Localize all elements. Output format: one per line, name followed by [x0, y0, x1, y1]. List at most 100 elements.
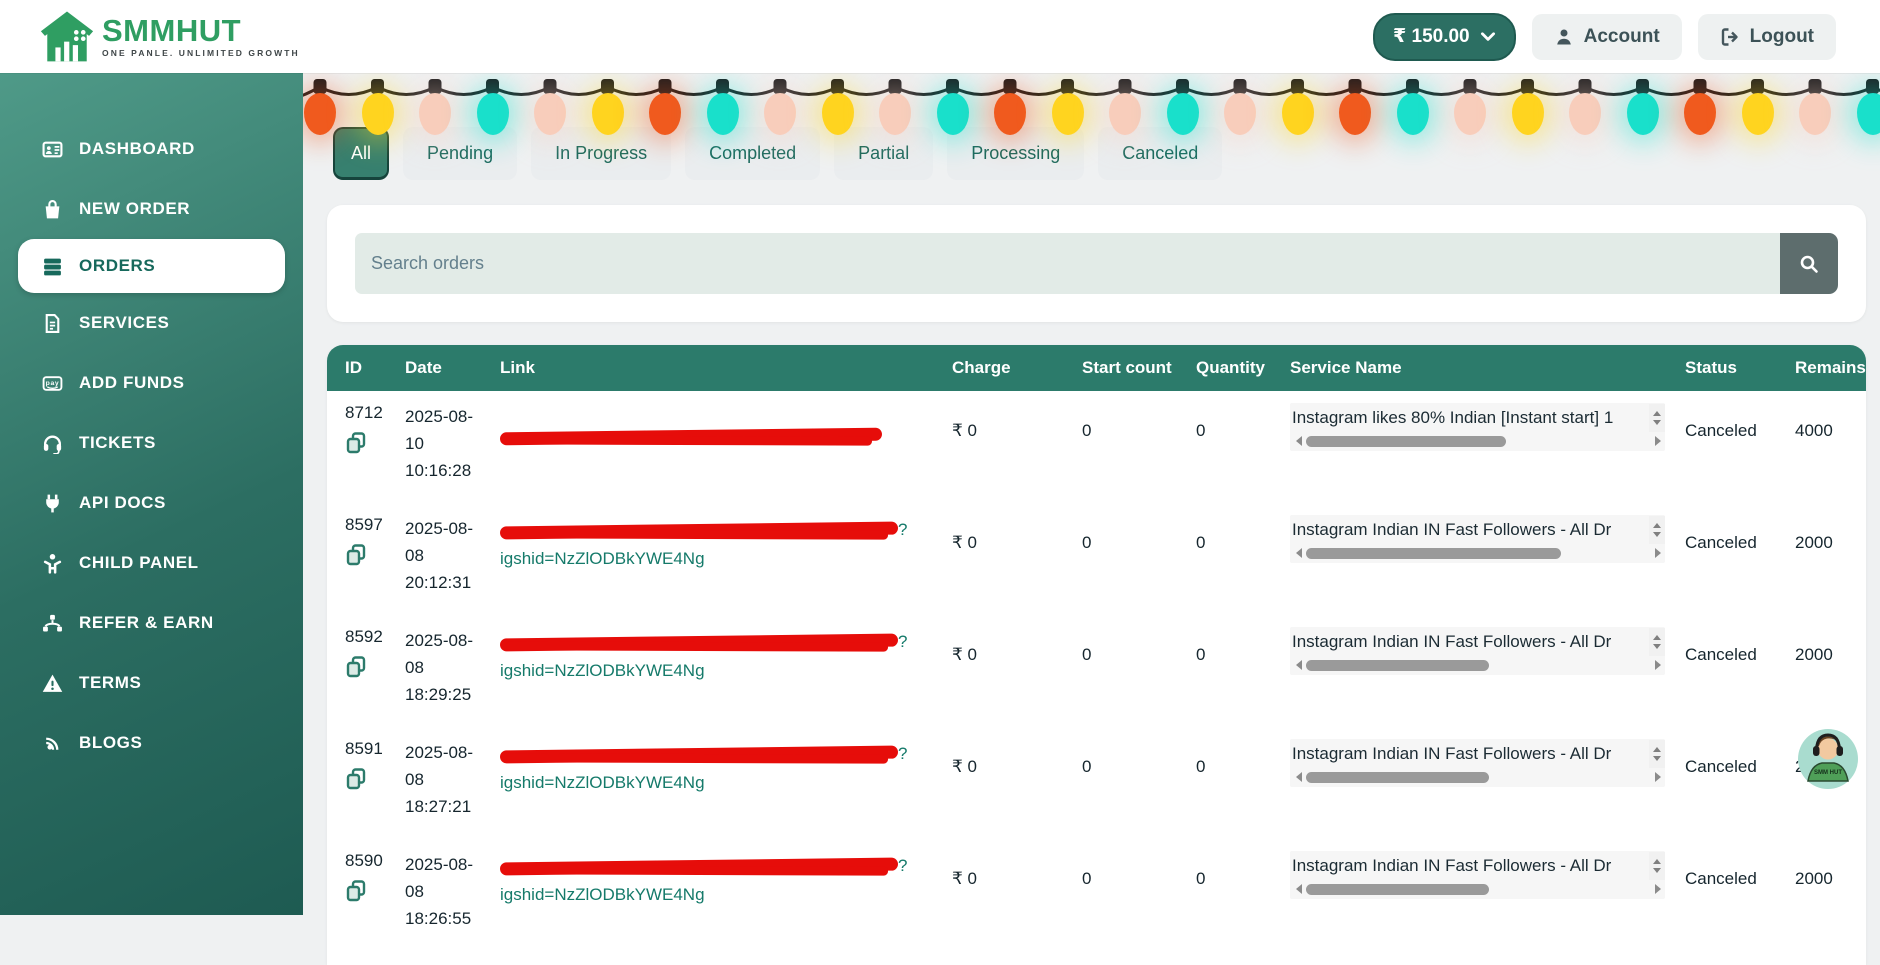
logout-label: Logout [1750, 26, 1814, 48]
copy-icon[interactable] [345, 767, 367, 791]
scroll-left-arrow[interactable] [1296, 660, 1302, 670]
order-quantity: 0 [1196, 503, 1290, 615]
redaction-marker [500, 428, 882, 446]
column-header-status: Status [1685, 358, 1795, 378]
scroll-left-arrow[interactable] [1296, 548, 1302, 558]
scrollbar-thumb[interactable] [1306, 548, 1561, 559]
order-quantity: 0 [1196, 727, 1290, 839]
order-charge: ₹ 0 [952, 615, 1082, 727]
service-horizontal-scrollbar[interactable] [1290, 545, 1665, 563]
scroll-left-arrow[interactable] [1296, 884, 1302, 894]
copy-icon[interactable] [345, 543, 367, 567]
order-start-count: 0 [1082, 391, 1196, 503]
scrollbar-thumb[interactable] [1306, 436, 1506, 447]
scroll-right-arrow[interactable] [1655, 772, 1661, 782]
column-header-quantity: Quantity [1196, 358, 1290, 378]
sidebar-item-services[interactable]: SERVICES [0, 293, 303, 353]
service-horizontal-scrollbar[interactable] [1290, 657, 1665, 675]
sidebar-item-dashboard[interactable]: DASHBOARD [0, 119, 303, 179]
sidebar-item-tickets[interactable]: TICKETS [0, 413, 303, 473]
service-vertical-scroll[interactable] [1649, 404, 1665, 432]
scroll-right-arrow[interactable] [1655, 660, 1661, 670]
tab-in-progress[interactable]: In Progress [531, 127, 671, 180]
table-header-row: IDDateLinkChargeStart countQuantityServi… [327, 345, 1866, 391]
order-remains: 2000 [1795, 615, 1866, 727]
copy-icon[interactable] [345, 879, 367, 903]
tab-partial[interactable]: Partial [834, 127, 933, 180]
table-row: 8590 2025-08-08 18:26:55 ? igshid=NzZlOD… [327, 839, 1866, 951]
scroll-left-arrow[interactable] [1296, 436, 1302, 446]
main-content: All Pending In Progress Completed Partial Pro… [303, 73, 1880, 915]
order-date: 2025-08-08 18:26:55 [405, 851, 477, 932]
blog-icon [42, 733, 63, 754]
sidebar-item-api-docs[interactable]: API DOCS [0, 473, 303, 533]
tab-processing[interactable]: Processing [947, 127, 1084, 180]
search-input[interactable] [355, 233, 1780, 294]
order-link[interactable] [500, 391, 952, 503]
amazon-pay-icon: pay [42, 373, 63, 394]
service-vertical-scroll[interactable] [1649, 516, 1665, 544]
tab-completed[interactable]: Completed [685, 127, 820, 180]
service-vertical-scroll[interactable] [1649, 852, 1665, 880]
account-button[interactable]: Account [1532, 14, 1682, 60]
search-button[interactable] [1780, 233, 1838, 294]
sidebar-item-add-funds[interactable]: payADD FUNDS [0, 353, 303, 413]
service-vertical-scroll[interactable] [1649, 740, 1665, 768]
order-link[interactable]: ? igshid=NzZlODBkYWE4Ng [500, 727, 952, 839]
brand-logo[interactable]: SMMHUT ONE PANLE. UNLIMITED GROWTH [38, 8, 300, 66]
scroll-right-arrow[interactable] [1655, 548, 1661, 558]
balance-dropdown[interactable]: ₹ 150.00 [1373, 13, 1516, 61]
share-nodes-icon [42, 613, 63, 634]
order-charge: ₹ 0 [952, 839, 1082, 951]
tab-all[interactable]: All [333, 127, 389, 180]
service-name-box[interactable]: Instagram Indian IN Fast Followers - All… [1290, 739, 1665, 787]
sidebar-item-terms[interactable]: TERMS [0, 653, 303, 713]
sidebar-item-child-panel[interactable]: CHILD PANEL [0, 533, 303, 593]
copy-icon[interactable] [345, 655, 367, 679]
chevron-down-icon [1480, 31, 1496, 43]
service-name-box[interactable]: Instagram Indian IN Fast Followers - All… [1290, 627, 1665, 675]
service-name: Instagram Indian IN Fast Followers - All… [1290, 744, 1649, 764]
service-horizontal-scrollbar[interactable] [1290, 769, 1665, 787]
column-header-charge: Charge [952, 358, 1082, 378]
scroll-right-arrow[interactable] [1655, 436, 1661, 446]
service-name-box[interactable]: Instagram likes 80% Indian [Instant star… [1290, 403, 1665, 451]
order-charge: ₹ 0 [952, 503, 1082, 615]
order-date: 2025-08-10 10:16:28 [405, 403, 477, 484]
column-header-start-count: Start count [1082, 358, 1196, 378]
sidebar-item-refer-earn[interactable]: REFER & EARN [0, 593, 303, 653]
service-name-box[interactable]: Instagram Indian IN Fast Followers - All… [1290, 515, 1665, 563]
column-header-remains: Remains [1795, 358, 1866, 378]
child-icon [42, 553, 63, 574]
shopping-bag-icon [42, 199, 63, 220]
order-id: 8591 [345, 739, 383, 759]
order-quantity: 0 [1196, 615, 1290, 727]
scroll-right-arrow[interactable] [1655, 884, 1661, 894]
sidebar-item-new-order[interactable]: NEW ORDER [0, 179, 303, 239]
service-horizontal-scrollbar[interactable] [1290, 881, 1665, 899]
order-charge: ₹ 0 [952, 727, 1082, 839]
scroll-left-arrow[interactable] [1296, 772, 1302, 782]
sidebar-item-blogs[interactable]: BLOGS [0, 713, 303, 773]
logout-button[interactable]: Logout [1698, 14, 1836, 60]
service-horizontal-scrollbar[interactable] [1290, 433, 1665, 451]
copy-icon[interactable] [345, 431, 367, 455]
scrollbar-thumb[interactable] [1306, 772, 1489, 783]
column-header-service-name: Service Name [1290, 358, 1685, 378]
scrollbar-thumb[interactable] [1306, 884, 1489, 895]
scrollbar-thumb[interactable] [1306, 660, 1489, 671]
order-link[interactable]: ? igshid=NzZlODBkYWE4Ng [500, 503, 952, 615]
service-name: Instagram Indian IN Fast Followers - All… [1290, 520, 1649, 540]
sidebar-item-label: CHILD PANEL [79, 553, 199, 573]
service-name: Instagram Indian IN Fast Followers - All… [1290, 632, 1649, 652]
order-link[interactable]: ? igshid=NzZlODBkYWE4Ng [500, 839, 952, 951]
warning-triangle-icon [42, 673, 63, 694]
order-link[interactable]: ? igshid=NzZlODBkYWE4Ng [500, 615, 952, 727]
tab-canceled[interactable]: Canceled [1098, 127, 1222, 180]
support-chat-avatar[interactable]: SMM HUT [1796, 727, 1860, 791]
service-name-box[interactable]: Instagram Indian IN Fast Followers - All… [1290, 851, 1665, 899]
sidebar-item-orders[interactable]: ORDERS [18, 239, 285, 293]
tab-pending[interactable]: Pending [403, 127, 517, 180]
service-vertical-scroll[interactable] [1649, 628, 1665, 656]
order-quantity: 0 [1196, 391, 1290, 503]
